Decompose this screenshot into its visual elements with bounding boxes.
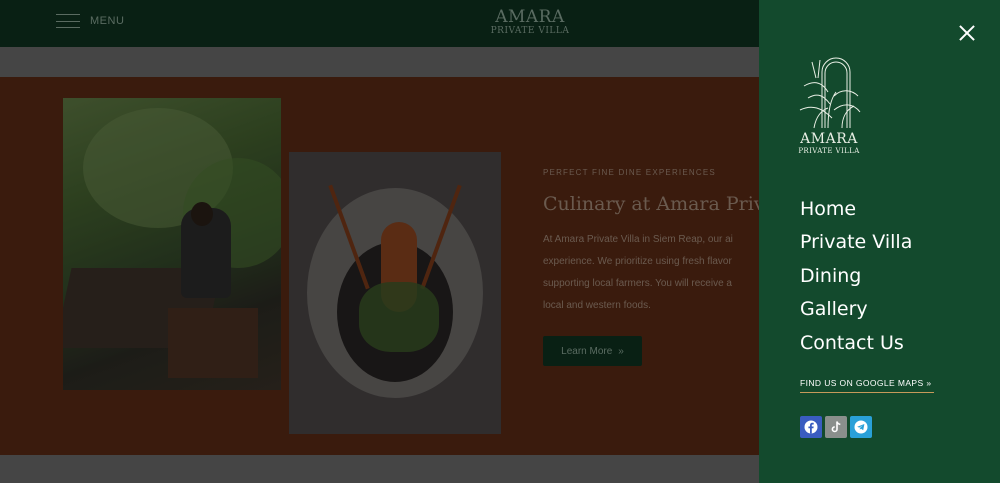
panel-logo[interactable]: AMARA PRIVATE VILLA: [789, 52, 869, 155]
nav-item-home: Home: [800, 192, 912, 226]
nav-link-private-villa[interactable]: Private Villa: [800, 231, 912, 253]
tiktok-icon: [831, 421, 841, 433]
nav-link-contact-us[interactable]: Contact Us: [800, 332, 904, 354]
telegram-icon: [854, 420, 868, 434]
main-nav: Home Private Villa Dining Gallery Contac…: [800, 192, 912, 360]
slide-out-menu: AMARA PRIVATE VILLA Home Private Villa D…: [759, 0, 1000, 483]
nav-link-dining[interactable]: Dining: [800, 265, 861, 287]
nav-link-home[interactable]: Home: [800, 198, 856, 220]
facebook-button[interactable]: [800, 416, 822, 438]
tiktok-button[interactable]: [825, 416, 847, 438]
nav-item-private-villa: Private Villa: [800, 226, 912, 260]
telegram-button[interactable]: [850, 416, 872, 438]
close-icon[interactable]: [958, 24, 976, 42]
panel-logo-name: AMARA: [800, 131, 858, 147]
social-links: [800, 416, 872, 438]
panel-logo-subtitle: PRIVATE VILLA: [798, 147, 860, 155]
nav-item-gallery: Gallery: [800, 293, 912, 327]
facebook-icon: [804, 420, 818, 434]
google-maps-link[interactable]: FIND US ON GOOGLE MAPS »: [800, 378, 934, 393]
nav-item-dining: Dining: [800, 259, 912, 293]
nav-item-contact-us: Contact Us: [800, 326, 912, 360]
villa-emblem-icon: [799, 57, 861, 129]
nav-link-gallery[interactable]: Gallery: [800, 298, 868, 320]
